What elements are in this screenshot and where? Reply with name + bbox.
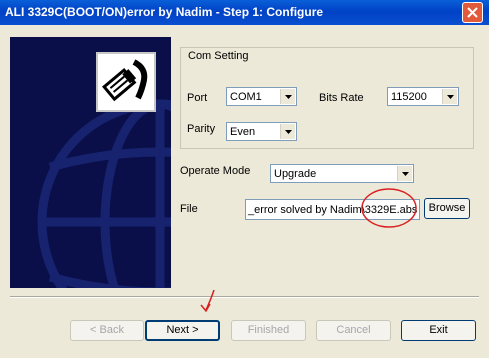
finished-button[interactable]: Finished — [231, 320, 306, 341]
operate-mode-dropdown-button[interactable] — [397, 166, 412, 181]
operate-mode-label: Operate Mode — [180, 165, 251, 177]
red-arrow-annotation — [200, 289, 215, 313]
bits-rate-select[interactable]: 115200 — [387, 87, 459, 106]
file-path-value: _error solved by Nadim\3329E.abs — [248, 204, 418, 216]
window-title: ALI 3329C(BOOT/ON)error by Nadim - Step … — [5, 5, 324, 19]
port-select[interactable]: COM1 — [226, 87, 297, 106]
network-cable-icon — [102, 59, 148, 102]
browse-button[interactable]: Browse — [424, 198, 470, 219]
bits-rate-value: 115200 — [391, 91, 427, 103]
title-bar: ALI 3329C(BOOT/ON)error by Nadim - Step … — [0, 0, 489, 25]
chevron-down-icon — [402, 172, 409, 176]
chevron-down-icon — [447, 95, 454, 99]
exit-button[interactable]: Exit — [401, 320, 476, 341]
chevron-down-icon — [285, 95, 292, 99]
parity-dropdown-button[interactable] — [280, 124, 295, 139]
port-value: COM1 — [230, 91, 262, 103]
file-label: File — [180, 203, 198, 215]
close-button[interactable] — [462, 2, 483, 23]
separator-highlight — [10, 297, 479, 298]
parity-select[interactable]: Even — [226, 122, 297, 141]
parity-value: Even — [230, 126, 256, 138]
bits-rate-dropdown-button[interactable] — [442, 89, 457, 104]
operate-mode-select[interactable]: Upgrade — [270, 164, 414, 183]
logo-box — [96, 52, 156, 112]
com-setting-legend: Com Setting — [186, 50, 251, 62]
operate-mode-value: Upgrade — [274, 168, 317, 180]
close-icon — [467, 7, 478, 18]
bits-rate-label: Bits Rate — [319, 92, 364, 104]
file-path-input[interactable]: _error solved by Nadim\3329E.abs — [245, 199, 420, 220]
port-label: Port — [187, 92, 208, 104]
port-dropdown-button[interactable] — [280, 89, 295, 104]
wizard-side-panel — [10, 37, 171, 288]
next-button[interactable]: Next > — [145, 320, 220, 341]
chevron-down-icon — [285, 130, 292, 134]
back-button[interactable]: < Back — [70, 320, 144, 341]
parity-label: Parity — [187, 123, 216, 135]
cancel-button[interactable]: Cancel — [316, 320, 391, 341]
